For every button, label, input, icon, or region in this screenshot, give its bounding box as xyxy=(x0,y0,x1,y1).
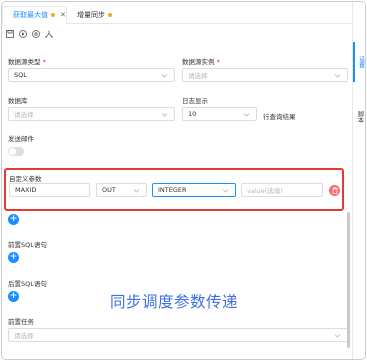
param-value-input[interactable]: value(选填) xyxy=(241,183,323,197)
log-display-label: 日志显示 xyxy=(182,97,208,105)
editor-window: 获取最大值 ✕ 增量同步 设置 脚本 数据源类型 * SQL 数据源实例 * 请… xyxy=(1,1,366,360)
toolbar xyxy=(5,29,53,39)
datasource-instance-label: 数据源实例 * xyxy=(182,58,220,66)
modified-dot-icon xyxy=(108,13,112,17)
chevron-down-icon xyxy=(133,189,140,193)
pre-sql-label: 前置SQL语句 xyxy=(8,241,47,249)
tab-incremental-sync[interactable]: 增量同步 xyxy=(71,6,133,24)
pre-task-placeholder: 请选择 xyxy=(14,332,34,340)
chevron-down-icon xyxy=(334,74,341,78)
chevron-down-icon xyxy=(161,74,168,78)
tab-label: 增量同步 xyxy=(77,11,105,19)
log-display-suffix: 行查询结果 xyxy=(263,113,296,121)
add-pre-sql-button[interactable]: + xyxy=(8,252,19,263)
datasource-type-label: 数据源类型 * xyxy=(8,58,46,66)
param-direction-value: OUT xyxy=(102,186,116,194)
datasource-instance-select[interactable]: 请选择 xyxy=(182,68,348,82)
chevron-down-icon xyxy=(243,113,250,117)
tab-get-max-value[interactable]: 获取最大值 ✕ xyxy=(2,6,67,24)
chevron-down-icon xyxy=(222,189,229,193)
param-direction-select[interactable]: OUT xyxy=(96,183,147,197)
play-icon[interactable] xyxy=(18,30,27,39)
send-email-label: 发送邮件 xyxy=(8,135,34,143)
database-select[interactable]: 请选择 xyxy=(8,107,175,121)
send-email-toggle[interactable] xyxy=(8,147,24,156)
log-display-value: 10 xyxy=(188,110,197,118)
log-display-select[interactable]: 10 xyxy=(182,107,257,121)
scrollbar[interactable] xyxy=(347,212,350,348)
datasource-type-value: SQL xyxy=(14,71,27,79)
format-icon[interactable] xyxy=(44,30,53,39)
tab-settings[interactable]: 设置 xyxy=(353,42,365,82)
datasource-instance-placeholder: 请选择 xyxy=(188,72,208,80)
save-icon[interactable] xyxy=(5,30,14,39)
post-sql-label: 后置SQL语句 xyxy=(8,280,47,288)
right-panel-tabs: 设置 脚本 xyxy=(352,2,365,359)
datasource-type-select[interactable]: SQL xyxy=(8,68,175,82)
database-label: 数据库 xyxy=(8,97,28,105)
close-icon[interactable]: ✕ xyxy=(60,11,66,19)
delete-icon[interactable] xyxy=(329,185,340,196)
tab-script[interactable]: 脚本 xyxy=(353,102,365,132)
param-type-select[interactable]: INTEGER xyxy=(152,183,236,197)
param-name-value: MAXID xyxy=(15,186,37,194)
pre-task-label: 前置任务 xyxy=(8,318,34,326)
tab-bar: 获取最大值 ✕ 增量同步 xyxy=(2,2,352,24)
chevron-down-icon xyxy=(334,334,341,338)
database-placeholder: 请选择 xyxy=(14,111,34,119)
annotation-caption: 同步调度参数传递 xyxy=(110,293,239,311)
custom-params-label: 自定义参数 xyxy=(9,175,42,183)
add-post-sql-button[interactable]: + xyxy=(8,291,19,302)
pre-task-select[interactable]: 请选择 xyxy=(8,328,348,342)
param-name-input[interactable]: MAXID xyxy=(9,183,90,197)
modified-dot-icon xyxy=(51,13,55,17)
add-param-button[interactable]: + xyxy=(8,214,19,225)
tab-label: 获取最大值 xyxy=(13,11,48,19)
settings-icon[interactable] xyxy=(31,30,40,39)
param-type-value: INTEGER xyxy=(158,186,187,194)
param-value-placeholder: value(选填) xyxy=(247,187,283,195)
chevron-down-icon xyxy=(161,113,168,117)
